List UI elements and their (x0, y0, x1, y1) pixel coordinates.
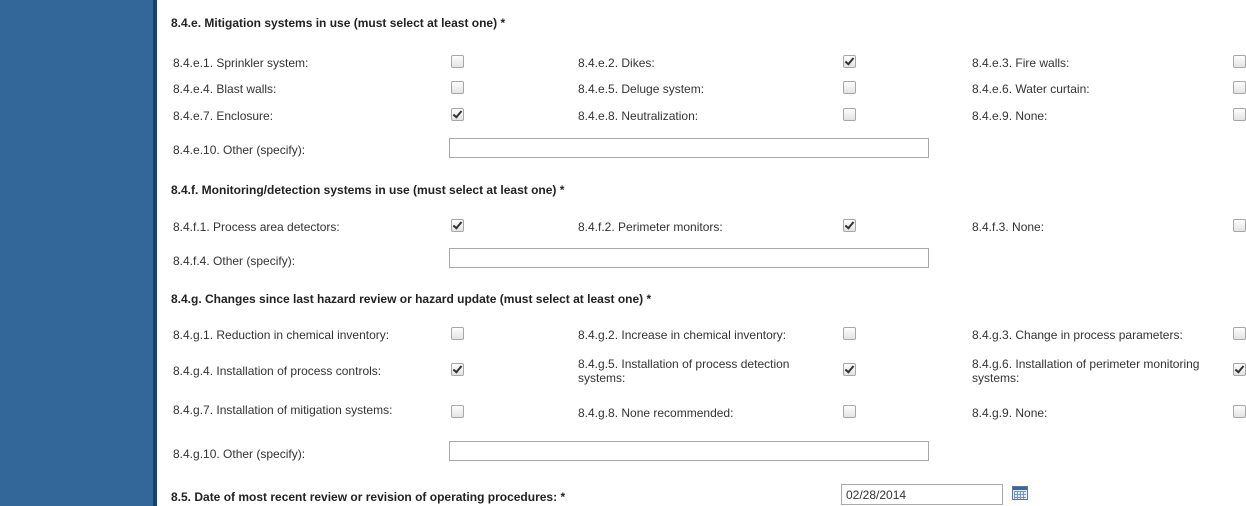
mitigation-item-label: 8.4.e.6. Water curtain: (972, 82, 1090, 96)
changes-item-label: 8.4.g.4. Installation of process control… (173, 364, 382, 378)
mitigation-item-label: 8.4.e.1. Sprinkler system: (173, 56, 309, 70)
mitigation-checkbox-dikes[interactable] (843, 55, 856, 68)
left-sidebar (0, 0, 153, 506)
monitoring-checkbox-perimeter[interactable] (843, 219, 856, 232)
review-date-input[interactable]: 02/28/2014 (841, 484, 1003, 505)
monitoring-item-label: 8.4.f.2. Perimeter monitors: (578, 220, 723, 234)
monitoring-section-title: 8.4.f. Monitoring/detection systems in u… (171, 183, 565, 197)
changes-checkbox-increase-inventory[interactable] (843, 327, 856, 340)
monitoring-checkbox-none[interactable] (1233, 219, 1246, 232)
changes-item-label: 8.4.g.9. None: (972, 406, 1048, 420)
changes-checkbox-reduction-inventory[interactable] (451, 327, 464, 340)
changes-item-label: 8.4.g.2. Increase in chemical inventory: (578, 328, 787, 342)
mitigation-checkbox-sprinkler[interactable] (451, 55, 464, 68)
changes-checkbox-perimeter-monitoring[interactable] (1233, 363, 1246, 376)
monitoring-other-input[interactable] (449, 248, 929, 268)
mitigation-section-title: 8.4.e. Mitigation systems in use (must s… (171, 16, 506, 30)
mitigation-checkbox-water-curtain[interactable] (1233, 81, 1246, 94)
mitigation-item-label: 8.4.e.8. Neutralization: (578, 109, 699, 123)
form-content: 8.4.e. Mitigation systems in use (must s… (157, 0, 1246, 506)
mitigation-checkbox-enclosure[interactable] (451, 108, 464, 121)
monitoring-item-label: 8.4.f.1. Process area detectors: (173, 220, 340, 234)
mitigation-checkbox-blast-walls[interactable] (451, 81, 464, 94)
mitigation-checkbox-none[interactable] (1233, 108, 1246, 121)
mitigation-item-label: 8.4.e.9. None: (972, 109, 1048, 123)
mitigation-checkbox-fire-walls[interactable] (1233, 55, 1246, 68)
changes-checkbox-process-parameters[interactable] (1233, 327, 1246, 340)
monitoring-item-label: 8.4.f.3. None: (972, 220, 1045, 234)
review-date-label: 8.5. Date of most recent review or revis… (171, 490, 566, 504)
monitoring-other-label: 8.4.f.4. Other (specify): (173, 254, 296, 268)
changes-other-label: 8.4.g.10. Other (specify): (173, 447, 306, 461)
changes-checkbox-none-recommended[interactable] (843, 405, 856, 418)
mitigation-item-label: 8.4.e.7. Enclosure: (173, 109, 274, 123)
mitigation-other-label: 8.4.e.10. Other (specify): (173, 143, 306, 157)
monitoring-checkbox-process-area[interactable] (451, 219, 464, 232)
mitigation-checkbox-deluge[interactable] (843, 81, 856, 94)
mitigation-item-label: 8.4.e.3. Fire walls: (972, 56, 1070, 70)
changes-section-title: 8.4.g. Changes since last hazard review … (171, 292, 652, 306)
mitigation-checkbox-neutralization[interactable] (843, 108, 856, 121)
mitigation-item-label: 8.4.e.5. Deluge system: (578, 82, 705, 96)
changes-other-input[interactable] (449, 441, 929, 461)
mitigation-item-label: 8.4.e.2. Dikes: (578, 56, 655, 70)
changes-checkbox-process-detection[interactable] (843, 363, 856, 376)
changes-checkbox-mitigation-systems[interactable] (451, 405, 464, 418)
changes-item-label: 8.4.g.8. None recommended: (578, 406, 734, 420)
calendar-icon[interactable] (1012, 486, 1028, 500)
changes-item-label: 8.4.g.5. Installation of process detecti… (578, 357, 790, 385)
changes-checkbox-none[interactable] (1233, 405, 1246, 418)
changes-item-label: 8.4.g.7. Installation of mitigation syst… (173, 403, 393, 417)
changes-item-label: 8.4.g.3. Change in process parameters: (972, 328, 1183, 342)
mitigation-other-input[interactable] (449, 138, 929, 158)
changes-item-label: 8.4.g.1. Reduction in chemical inventory… (173, 328, 390, 342)
mitigation-item-label: 8.4.e.4. Blast walls: (173, 82, 277, 96)
changes-item-label: 8.4.g.6. Installation of perimeter monit… (972, 357, 1200, 385)
changes-checkbox-process-controls[interactable] (451, 363, 464, 376)
